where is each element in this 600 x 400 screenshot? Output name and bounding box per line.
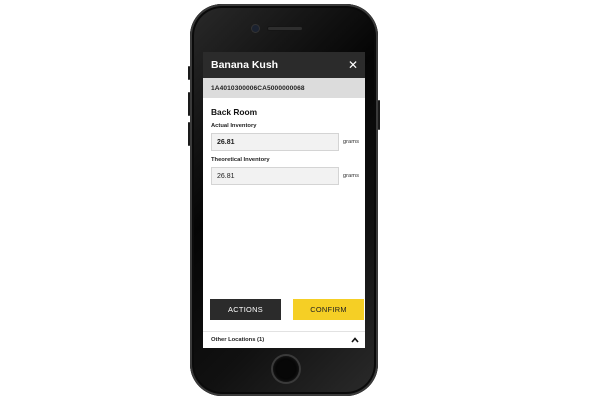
actual-inventory-label: Actual Inventory — [211, 123, 257, 129]
theoretical-inventory-row: grams — [211, 167, 359, 185]
home-button[interactable] — [273, 356, 299, 382]
actual-inventory-input[interactable] — [211, 133, 339, 151]
confirm-button[interactable]: CONFIRM — [293, 299, 364, 320]
package-tag: 1A4010300006CA5000000068 — [211, 84, 305, 92]
product-title: Banana Kush — [211, 59, 279, 71]
room-name: Back Room — [211, 107, 258, 117]
action-buttons: ACTIONS CONFIRM — [210, 299, 364, 320]
other-locations-label: Other Locations (1) — [211, 337, 265, 343]
theoretical-inventory-label: Theoretical Inventory — [211, 157, 270, 163]
phone-frame: Banana Kush ✕ 1A4010300006CA5000000068 B… — [188, 4, 380, 396]
actual-inventory-unit: grams — [342, 139, 359, 145]
close-icon[interactable]: ✕ — [348, 59, 358, 71]
modal-header: Banana Kush ✕ — [203, 52, 365, 78]
package-tag-bar: 1A4010300006CA5000000068 — [203, 78, 365, 98]
actual-inventory-row: grams — [211, 133, 359, 151]
volume-down-button — [188, 122, 190, 146]
front-camera — [252, 25, 259, 32]
actions-button[interactable]: ACTIONS — [210, 299, 281, 320]
other-locations-toggle[interactable]: Other Locations (1) — [203, 331, 365, 348]
theoretical-inventory-unit: grams — [342, 173, 359, 179]
mute-switch — [188, 66, 190, 80]
theoretical-inventory-input — [211, 167, 339, 185]
earpiece-speaker — [268, 27, 302, 30]
power-button — [378, 100, 380, 130]
volume-up-button — [188, 92, 190, 116]
chevron-up-icon[interactable] — [351, 337, 359, 343]
inventory-form: Back Room Actual Inventory grams Theoret… — [203, 98, 365, 185]
app-screen: Banana Kush ✕ 1A4010300006CA5000000068 B… — [203, 52, 365, 348]
